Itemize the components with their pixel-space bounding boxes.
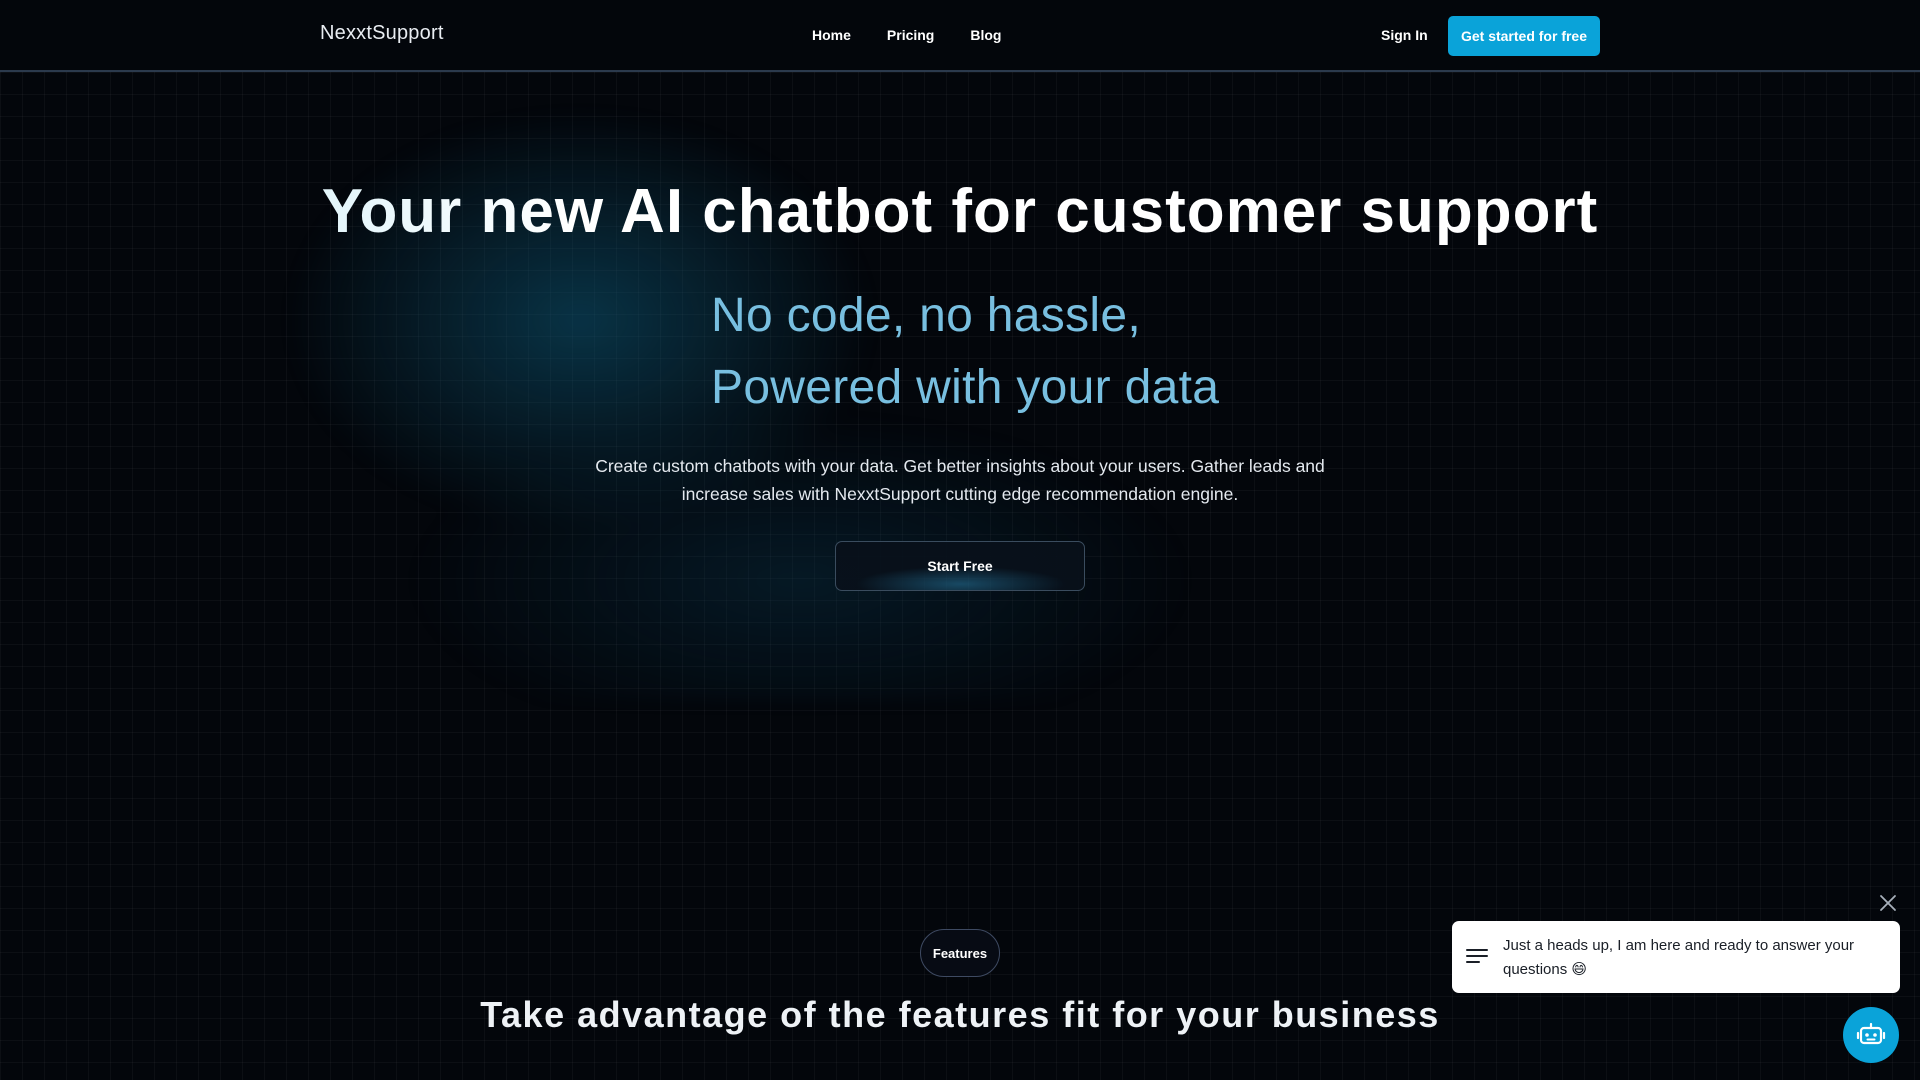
main-nav: Home Pricing Blog <box>812 27 1001 43</box>
chat-launcher-button[interactable] <box>1843 1007 1899 1063</box>
features-title: Take advantage of the features fit for y… <box>480 994 1440 1035</box>
nav-pricing[interactable]: Pricing <box>887 27 934 43</box>
features-badge: Features <box>920 929 1000 977</box>
site-header: NexxtSupport Home Pricing Blog Sign In G… <box>0 0 1920 72</box>
nav-home[interactable]: Home <box>812 27 851 43</box>
hero-subtitle: No code, no hassle, Powered with your da… <box>711 280 1311 424</box>
sign-in-link[interactable]: Sign In <box>1381 27 1428 43</box>
hero-subtitle-line-1: No code, no hassle, <box>711 289 1141 342</box>
hero-description: Create custom chatbots with your data. G… <box>595 456 1325 504</box>
chat-message-bubble[interactable]: Just a heads up, I am here and ready to … <box>1452 921 1900 993</box>
brand-logo[interactable]: NexxtSupport <box>320 22 444 45</box>
nav-blog[interactable]: Blog <box>970 27 1001 43</box>
get-started-button[interactable]: Get started for free <box>1448 16 1600 56</box>
chat-message-text: Just a heads up, I am here and ready to … <box>1503 937 1855 978</box>
menu-icon <box>1466 949 1488 963</box>
hero-title: Your new AI chatbot for customer support <box>0 176 1920 247</box>
start-free-button[interactable]: Start Free <box>835 541 1085 591</box>
robot-icon <box>1856 1022 1886 1045</box>
hero-subtitle-line-2: Powered with your data <box>711 361 1220 414</box>
close-icon[interactable] <box>1878 893 1898 913</box>
